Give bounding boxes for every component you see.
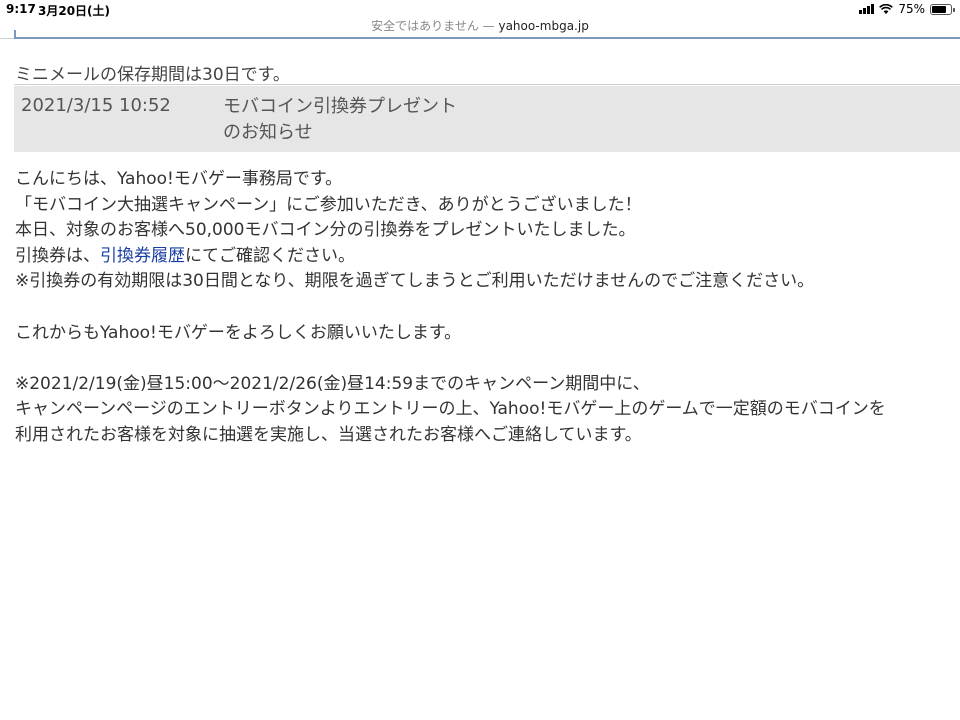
battery-fill <box>932 5 946 13</box>
retention-notice: ミニメールの保存期間は30日です。 <box>15 65 290 85</box>
status-indicators: 75% <box>859 2 955 16</box>
message-date: 2021/3/15 10:52 <box>21 95 171 116</box>
message-body: こんにちは、Yahoo!モバゲー事務局です。 「モバコイン大抽選キャンペーン」に… <box>15 167 960 449</box>
battery-percentage: 75% <box>898 2 925 16</box>
battery-icon <box>930 3 955 15</box>
wifi-icon <box>879 3 894 14</box>
body-line: キャンペーンページのエントリーボタンよりエントリーの上、Yahoo!モバゲー上の… <box>15 399 886 420</box>
notice-divider <box>14 84 960 85</box>
status-time: 9:17 <box>6 2 36 16</box>
body-text: 引換券は、 <box>15 245 100 266</box>
body-line: 本日、対象のお客様へ50,000モバコイン分の引換券をプレゼントいたしました。 <box>15 220 636 241</box>
body-line: 利用されたお客様を対象に抽選を実施し、当選されたお客様へご連絡しています。 <box>15 424 642 445</box>
body-line: こんにちは、Yahoo!モバゲー事務局です。 <box>15 169 343 189</box>
body-line: ※2021/2/19(金)昼15:00～2021/2/26(金)昼14:59まで… <box>15 373 650 394</box>
message-header: 2021/3/15 10:52 モバコイン引換券プレゼントのお知らせ <box>14 86 960 152</box>
voucher-history-link[interactable]: 引換券履歴 <box>100 246 185 266</box>
body-line: 「モバコイン大抽選キャンペーン」にご参加いただき、ありがとうございました！ <box>15 194 642 215</box>
body-line: これからもYahoo!モバゲーをよろしくお願いいたします。 <box>15 322 462 343</box>
body-line: ※引換券の有効期限は30日間となり、期限を過ぎてしまうとご利用いただけませんので… <box>15 271 815 292</box>
body-text: にてご確認ください。 <box>185 245 355 266</box>
message-subject: モバコイン引換券プレゼントのお知らせ <box>223 96 457 143</box>
previous-section-frame <box>14 30 960 39</box>
cellular-signal-icon <box>859 4 875 14</box>
body-line-with-link: 引換券は、引換券履歴にてご確認ください。 <box>15 244 960 270</box>
